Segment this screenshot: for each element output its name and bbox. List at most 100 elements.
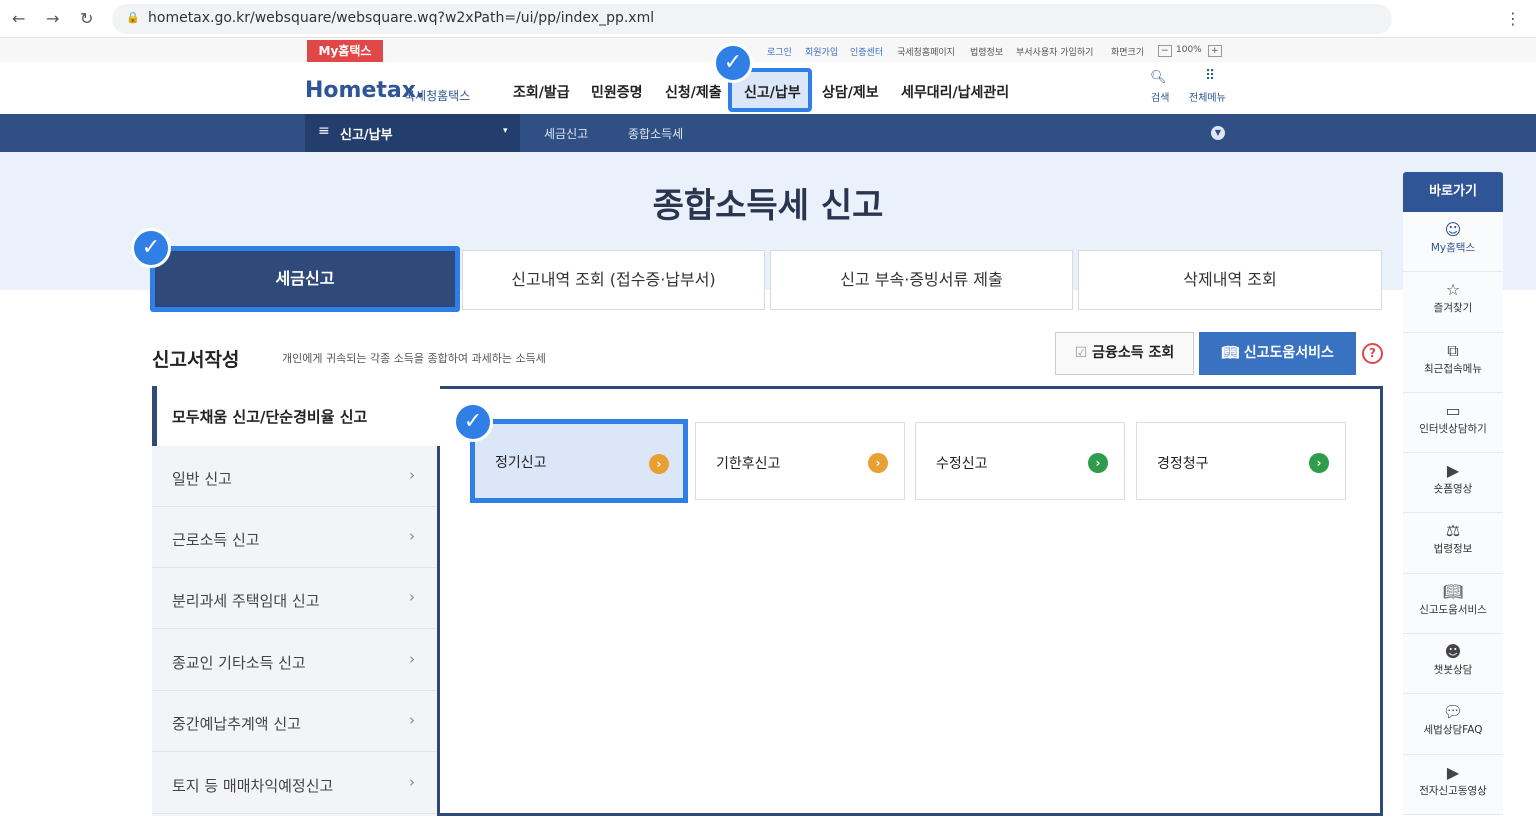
quick-link-online-consult[interactable]: ▭ 인터넷상담하기 [1403,392,1503,454]
chat-icon: 💬︎ [1442,702,1464,722]
dept-signup-link[interactable]: 부서사용자 가입하기 [1016,45,1093,58]
card-correction-claim[interactable]: 경정청구 › [1136,422,1346,500]
financial-income-label: 금융소득 조회 [1092,345,1175,361]
chevron-right-icon: › [409,711,415,729]
quick-link-label: 숏폼영상 [1433,483,1473,496]
tab-submit-documents[interactable]: 신고 부속·증빙서류 제출 [770,250,1073,310]
left-menu-label: 일반 신고 [172,470,232,488]
login-link[interactable]: 로그인 [767,45,792,58]
more-icon[interactable]: ⋮ [1505,9,1521,28]
nav-current-menu[interactable] [305,114,520,152]
card-late-filing[interactable]: 기한후신고 › [695,422,905,500]
filing-help-label: 신고도움서비스 [1243,345,1334,361]
quick-link-favorites[interactable]: ☆ 즐겨찾기 [1403,272,1503,333]
quick-link-filing-help[interactable]: 📖︎ 신고도움서비스 [1403,573,1503,635]
quick-link-law[interactable]: ⚖ 법령정보 [1403,513,1503,574]
chevron-right-icon: › [409,773,415,791]
menu-filing-payment[interactable]: 신고/납부 [744,82,801,102]
quick-link-video[interactable]: ▶ 전자신고동영상 [1403,754,1503,815]
search-icon[interactable]: 🔍︎ [1150,70,1167,85]
arrow-right-icon: › [1309,453,1329,473]
chevron-right-icon: › [409,466,415,484]
left-menu-item[interactable]: 토지 등 매매차익예정신고 › [152,753,437,814]
gavel-icon: ⚖ [1445,521,1461,541]
help-icon[interactable]: ? [1362,343,1383,364]
left-menu-item[interactable]: 분리과세 주택임대 신고 › [152,568,437,629]
chatbot-icon: ☻ [1444,642,1462,662]
quick-link-my-hometax[interactable]: ☺ My홈택스 [1403,212,1503,273]
arrow-right-icon: › [1088,453,1108,473]
screen-size-label: 화면크기 [1111,48,1145,58]
forward-icon[interactable]: → [46,9,59,28]
left-menu-item[interactable]: 종교인 기타소득 신고 › [152,630,437,691]
hamburger-icon[interactable]: ≡ [318,123,330,139]
card-label: 정기신고 [495,455,547,471]
breadcrumb-tax-filing[interactable]: 세금신고 [544,125,588,142]
financial-income-button[interactable]: ☑ 금융소득 조회 [1055,332,1194,375]
breadcrumb-income-tax[interactable]: 종합소득세 [628,125,683,142]
chevron-down-icon[interactable]: ▾ [503,126,508,136]
url-text[interactable]: hometax.go.kr/websquare/websquare.wq?w2x… [148,10,654,26]
chevron-right-icon: › [409,588,415,606]
auth-center-link[interactable]: 인증센터 [850,45,883,58]
left-menu-item[interactable]: 근로소득 신고 › [152,507,437,568]
left-menu-label: 토지 등 매매차익예정신고 [172,777,334,795]
card-label: 수정신고 [936,456,988,472]
logo-subtitle: 국세청홈택스 [404,89,471,103]
play-icon: ▶ [1446,461,1460,481]
tab-deleted-history[interactable]: 삭제내역 조회 [1078,250,1382,310]
check-icon: ✓ [713,43,753,83]
laptop-icon: ▭ [1445,400,1461,420]
search-label[interactable]: 검색 [1151,89,1169,104]
left-menu-item-prefilled[interactable]: 모두채움 신고/단순경비율 신고 [152,386,440,446]
tab-filing-history[interactable]: 신고내역 조회 (접수증·납부서) [462,250,765,310]
recent-icon: ⧉ [1447,340,1459,360]
quick-link-chatbot[interactable]: ☻ 챗봇상담 [1403,634,1503,695]
card-label: 기한후신고 [716,456,781,472]
quick-link-label: 인터넷상담하기 [1419,422,1487,435]
left-menu-item[interactable]: 일반 신고 › [152,446,437,507]
quick-links-sidebar: 바로가기 ☺ My홈택스 ☆ 즐겨찾기 ⧉ 최근접속메뉴 ▭ 인터넷상담하기 ▶ 숏폼영상… [1403,172,1503,828]
quick-link-faq[interactable]: 💬︎ 세법상담FAQ [1403,694,1503,755]
quick-link-shortform[interactable]: ▶ 숏폼영상 [1403,453,1503,514]
page-title: 종합소득세 신고 [652,186,884,226]
quick-link-label: 세법상담FAQ [1423,724,1483,737]
left-menu-item[interactable]: 중간예납추계액 신고 › [152,691,437,752]
filing-help-button[interactable]: 📖︎ 신고도움서비스 [1199,332,1356,375]
tab-tax-filing[interactable]: 세금신고 [150,246,460,312]
menu-application[interactable]: 신청/제출 [665,82,722,102]
quick-link-label: 전자신고동영상 [1419,784,1487,797]
quick-link-label: My홈택스 [1430,242,1476,254]
arrow-right-icon: › [649,454,669,474]
play-icon: ▶ [1446,762,1460,782]
all-menu-label[interactable]: 전체메뉴 [1189,89,1226,104]
book-icon: 📖︎ [1442,581,1464,601]
lock-icon: 🔒 [126,11,140,24]
zoom-out-button[interactable]: − [1158,45,1172,57]
menu-consult[interactable]: 상담/제보 [822,82,879,102]
quick-link-label: 최근접속메뉴 [1424,362,1482,375]
edit-icon: ☑ [1074,345,1093,361]
menu-inquiry[interactable]: 조회/발급 [513,82,570,102]
quick-links-title: 바로가기 [1403,172,1503,212]
back-icon[interactable]: ← [12,9,25,28]
nav-current-label[interactable]: 신고/납부 [340,124,393,143]
menu-certificate[interactable]: 민원증명 [591,82,643,102]
card-regular-filing[interactable]: 정기신고 › [470,419,688,503]
menu-tax-agent[interactable]: 세무대리/납세관리 [901,82,1009,102]
law-link[interactable]: 법령정보 [970,45,1003,58]
chevron-right-icon: › [409,527,415,545]
nts-home-link[interactable]: 국세청홈페이지 [897,45,955,58]
reload-icon[interactable]: ↻ [80,9,93,28]
zoom-in-button[interactable]: + [1208,45,1222,57]
expand-icon[interactable]: ▼ [1211,126,1225,140]
card-amended-filing[interactable]: 수정신고 › [915,422,1125,500]
quick-link-label: 즐겨찾기 [1433,302,1473,315]
quick-link-recent[interactable]: ⧉ 최근접속메뉴 [1403,332,1503,393]
my-hometax-badge[interactable]: My홈택스 [307,40,383,62]
user-icon: ☺ [1444,220,1462,239]
signup-link[interactable]: 회원가입 [805,45,838,58]
browser-toolbar: ← → ↻ 🔒 hometax.go.kr/websquare/websquar… [0,0,1536,38]
grid-icon[interactable]: ⠿ [1205,68,1215,84]
quick-link-label: 신고도움서비스 [1419,603,1487,616]
